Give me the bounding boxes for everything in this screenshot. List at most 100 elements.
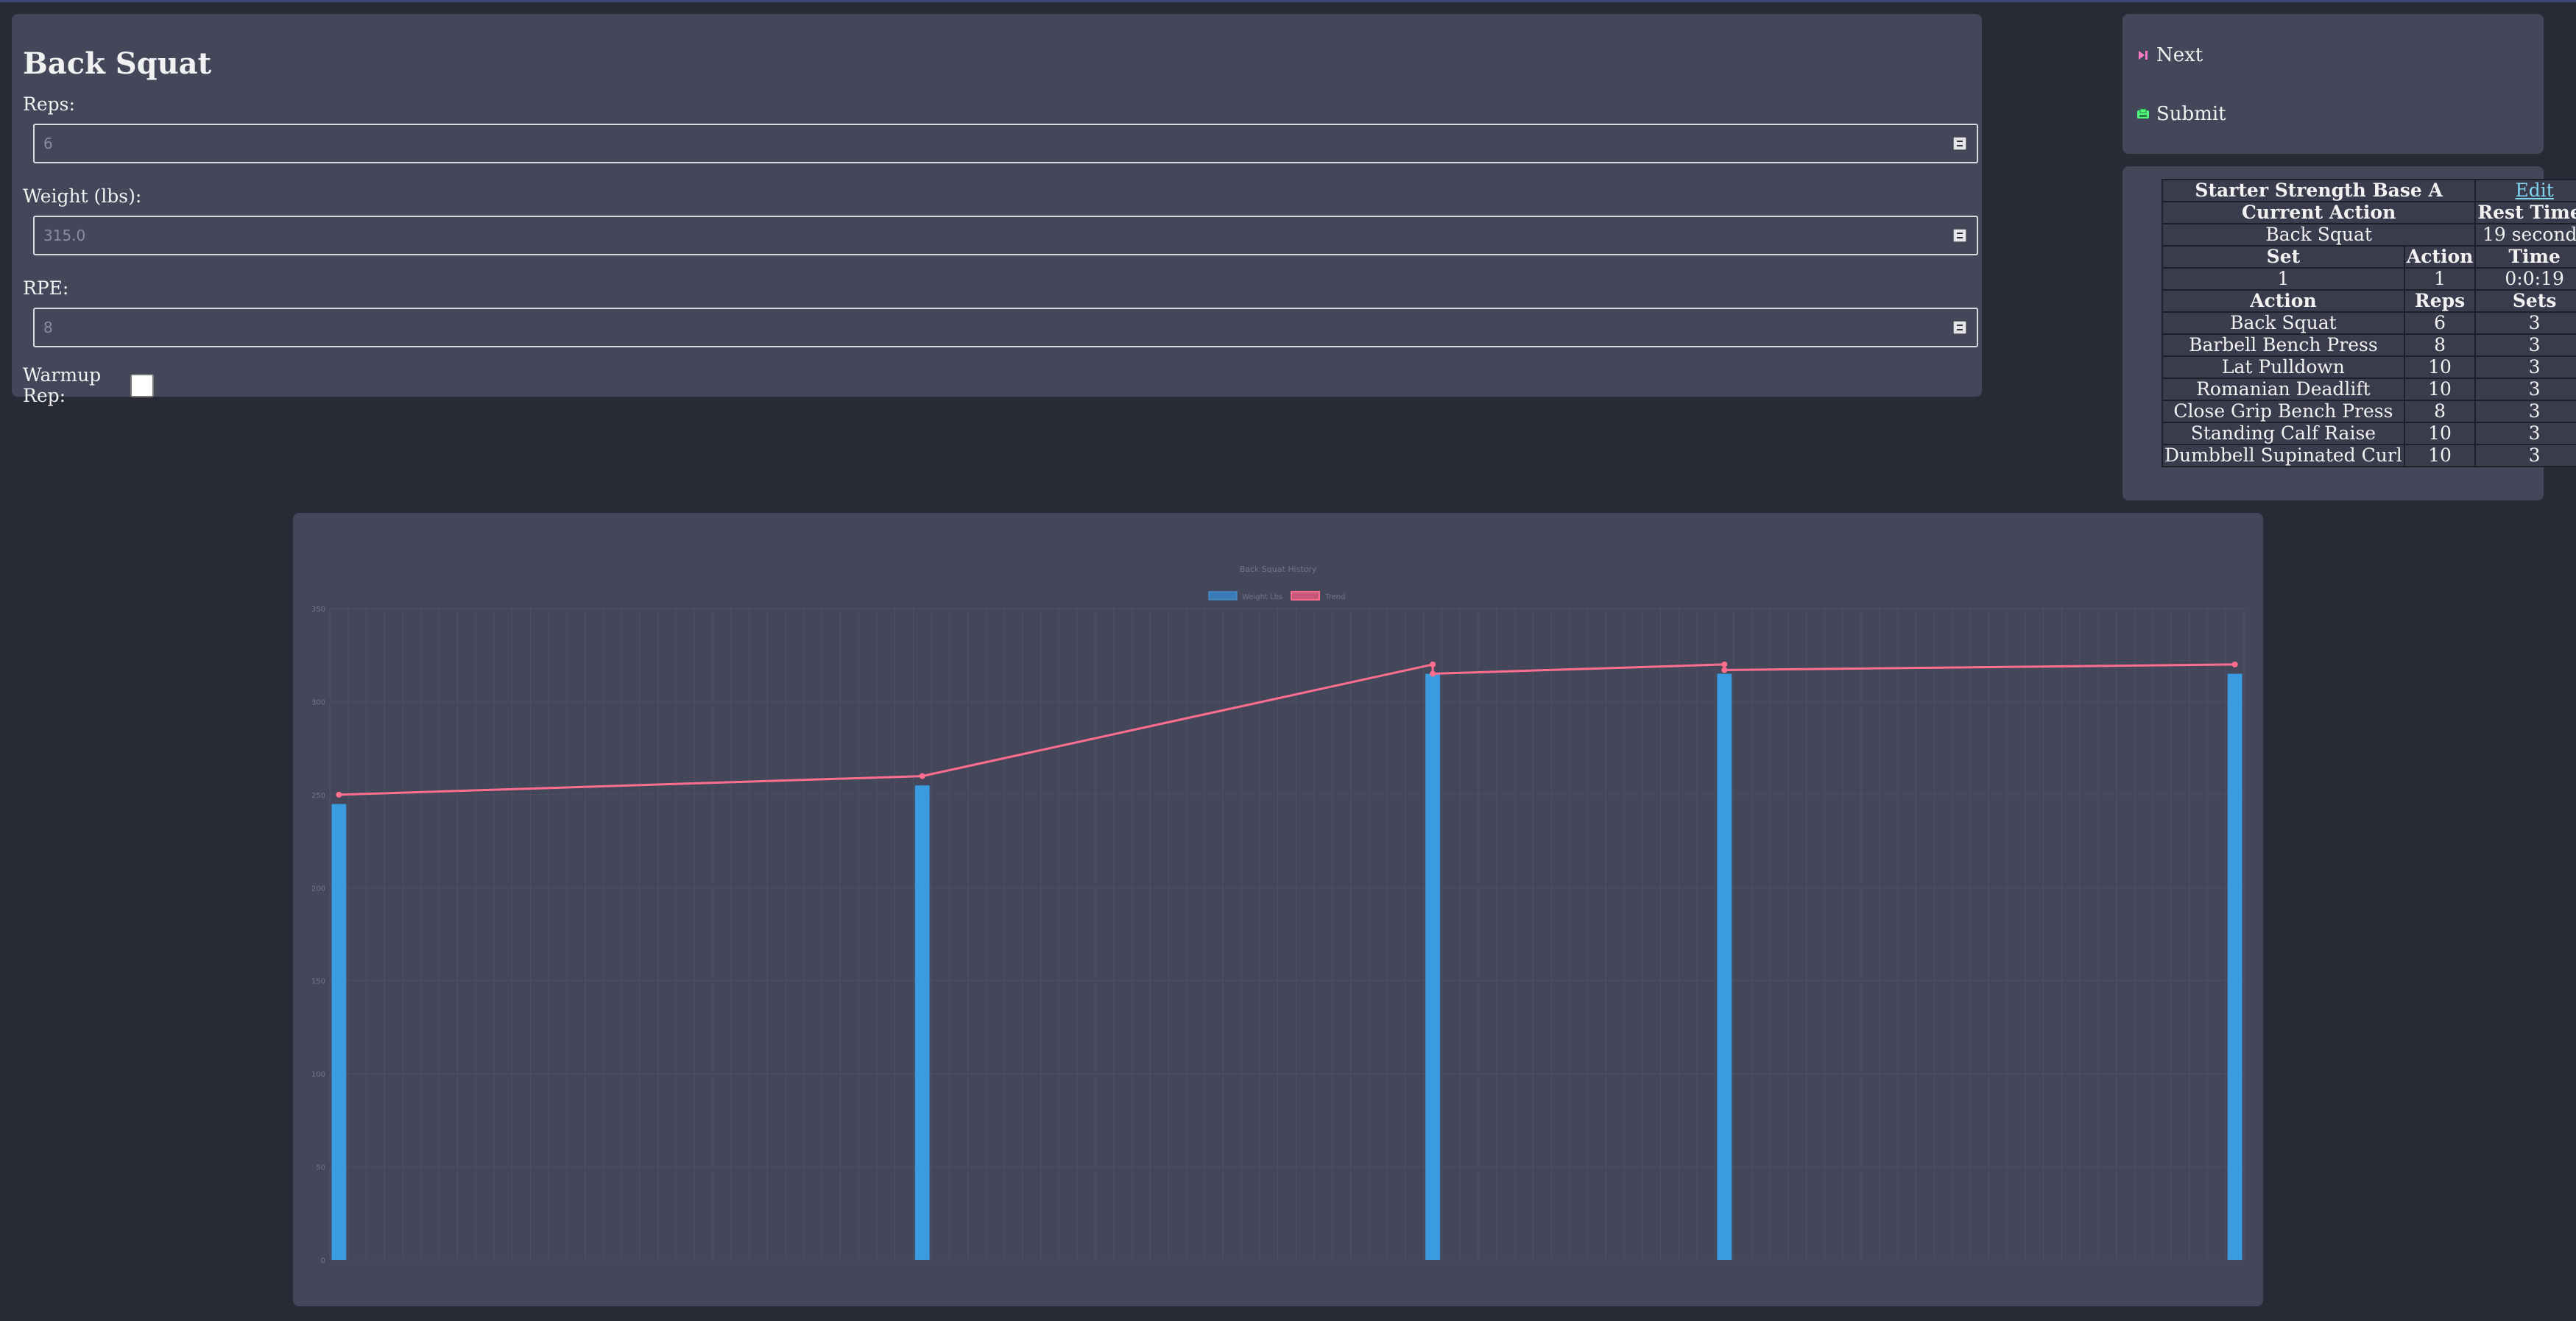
weight-field xyxy=(33,216,1978,255)
y-tick-label: 0 xyxy=(321,1257,325,1265)
exercise-sets: 3 xyxy=(2474,355,2576,379)
exercise-title: Back Squat xyxy=(23,46,212,81)
rpe-stepper[interactable] xyxy=(1953,321,1966,334)
chart-grid xyxy=(329,608,2245,1261)
warmup-row: Warmup Rep: xyxy=(23,365,1971,405)
weight-bar xyxy=(1717,673,1732,1260)
edit-routine-link[interactable]: Edit xyxy=(2515,180,2553,201)
weight-bar xyxy=(914,785,930,1260)
trend-point xyxy=(336,791,342,798)
trend-point xyxy=(2231,661,2238,667)
legend-swatch-trend xyxy=(1291,591,1320,601)
exercise-reps-header: Reps xyxy=(2403,289,2477,313)
table-row: Barbell Bench Press 8 3 xyxy=(2162,333,2576,357)
save-disk-icon xyxy=(2136,108,2150,120)
exercise-sets: 3 xyxy=(2474,333,2576,357)
exercise-reps: 10 xyxy=(2403,422,2477,445)
y-tick-label: 200 xyxy=(311,885,325,893)
reps-field xyxy=(33,124,1978,163)
rpe-label: RPE: xyxy=(23,277,69,299)
current-action-header: Current Action xyxy=(2161,201,2477,224)
exercise-sets: 3 xyxy=(2474,422,2576,445)
exercise-sets: 3 xyxy=(2474,444,2576,467)
reps-label: Reps: xyxy=(23,93,75,115)
set-header-row: Set Action Time xyxy=(2162,245,2576,269)
time-value: 0:0:19 xyxy=(2474,267,2576,291)
current-action-header-row: Current Action Rest Timer xyxy=(2161,201,2576,224)
action-index-header: Action xyxy=(2403,245,2477,269)
weight-bar xyxy=(331,804,347,1260)
routine-name-row: Starter Strength Base A Edit xyxy=(2161,179,2576,202)
y-tick-label: 50 xyxy=(316,1164,325,1172)
exercise-name: Dumbbell Supinated Curl xyxy=(2162,444,2405,467)
exercise-name: Lat Pulldown xyxy=(2162,355,2405,379)
top-accent-line xyxy=(0,0,2576,2)
exercise-name: Close Grip Bench Press xyxy=(2162,400,2405,423)
weight-bar xyxy=(1425,673,1440,1260)
y-tick-label: 350 xyxy=(311,606,325,614)
table-row: Standing Calf Raise 10 3 xyxy=(2162,422,2576,445)
legend-label-weight: Weight Lbs xyxy=(1242,593,1282,601)
rest-timer-value: 19 seconds xyxy=(2474,223,2576,247)
exercise-name: Romanian Deadlift xyxy=(2162,378,2405,401)
exercise-sets-header: Sets xyxy=(2474,289,2576,313)
rpe-input[interactable] xyxy=(33,308,1978,347)
submit-button-label: Submit xyxy=(2156,103,2226,125)
reps-stepper[interactable] xyxy=(1953,137,1966,150)
next-button-label: Next xyxy=(2156,44,2203,66)
trend-point xyxy=(1430,661,1436,667)
weight-bars xyxy=(331,673,2242,1260)
time-header: Time xyxy=(2474,245,2576,269)
exercise-sets: 3 xyxy=(2474,400,2576,423)
submit-button[interactable]: Submit xyxy=(2136,99,2530,129)
trend-point xyxy=(919,773,925,779)
chart-title: Back Squat History xyxy=(1240,564,1317,574)
current-action-value: Back Squat xyxy=(2161,223,2477,247)
weight-stepper[interactable] xyxy=(1953,229,1966,242)
rest-timer-header: Rest Timer xyxy=(2474,201,2576,224)
current-action-row: Back Squat 19 seconds xyxy=(2161,223,2576,247)
exercise-reps: 10 xyxy=(2403,378,2477,401)
trend-point xyxy=(1721,661,1728,667)
action-index-value: 1 xyxy=(2403,267,2477,291)
weight-input[interactable] xyxy=(33,216,1978,255)
exercise-reps: 8 xyxy=(2403,333,2477,357)
action-buttons-panel: Next Submit xyxy=(2122,14,2544,154)
set-header: Set xyxy=(2162,245,2405,269)
exercise-sets: 3 xyxy=(2474,311,2576,335)
legend-label-trend: Trend xyxy=(1324,593,1345,601)
y-tick-label: 100 xyxy=(311,1071,325,1079)
table-row: Romanian Deadlift 10 3 xyxy=(2162,378,2576,401)
y-tick-label: 300 xyxy=(311,698,325,706)
exercise-reps: 6 xyxy=(2403,311,2477,335)
table-row: Dumbbell Supinated Curl 10 3 xyxy=(2162,444,2576,467)
trend-point xyxy=(1430,670,1436,677)
table-row: Back Squat 6 3 xyxy=(2162,311,2576,335)
routine-name: Starter Strength Base A xyxy=(2161,179,2477,202)
exercise-list-header-row: Action Reps Sets xyxy=(2162,289,2576,313)
exercise-reps: 10 xyxy=(2403,355,2477,379)
chart-legend: Weight Lbs Trend xyxy=(1208,591,1345,601)
history-chart-panel: Back Squat History Weight Lbs Trend 0 50 1… xyxy=(293,513,2263,1306)
warmup-checkbox[interactable] xyxy=(130,373,154,397)
exercise-name: Standing Calf Raise xyxy=(2162,422,2405,445)
legend-swatch-weight xyxy=(1208,591,1238,601)
routine-edit-cell: Edit xyxy=(2474,179,2576,202)
weight-label: Weight (lbs): xyxy=(23,185,142,207)
trend-line-path xyxy=(339,662,2235,796)
set-value: 1 xyxy=(2162,267,2405,291)
y-axis-ticks: 0 50 100 150 200 250 300 350 xyxy=(311,606,325,1265)
routine-table: Starter Strength Base A Edit Current Act… xyxy=(2161,179,2576,467)
reps-input[interactable] xyxy=(33,124,1978,163)
exercise-sets: 3 xyxy=(2474,378,2576,401)
history-chart: Back Squat History Weight Lbs Trend 0 50 1… xyxy=(311,564,2245,1265)
table-row: Close Grip Bench Press 8 3 xyxy=(2162,400,2576,423)
skip-forward-icon xyxy=(2136,49,2150,61)
exercise-action-header: Action xyxy=(2162,289,2405,313)
routine-panel: Starter Strength Base A Edit Current Act… xyxy=(2122,166,2576,500)
next-button[interactable]: Next xyxy=(2136,40,2530,70)
trend-point xyxy=(1721,667,1728,673)
y-tick-label: 150 xyxy=(311,978,325,986)
exercise-name: Back Squat xyxy=(2162,311,2405,335)
table-row: Lat Pulldown 10 3 xyxy=(2162,355,2576,379)
